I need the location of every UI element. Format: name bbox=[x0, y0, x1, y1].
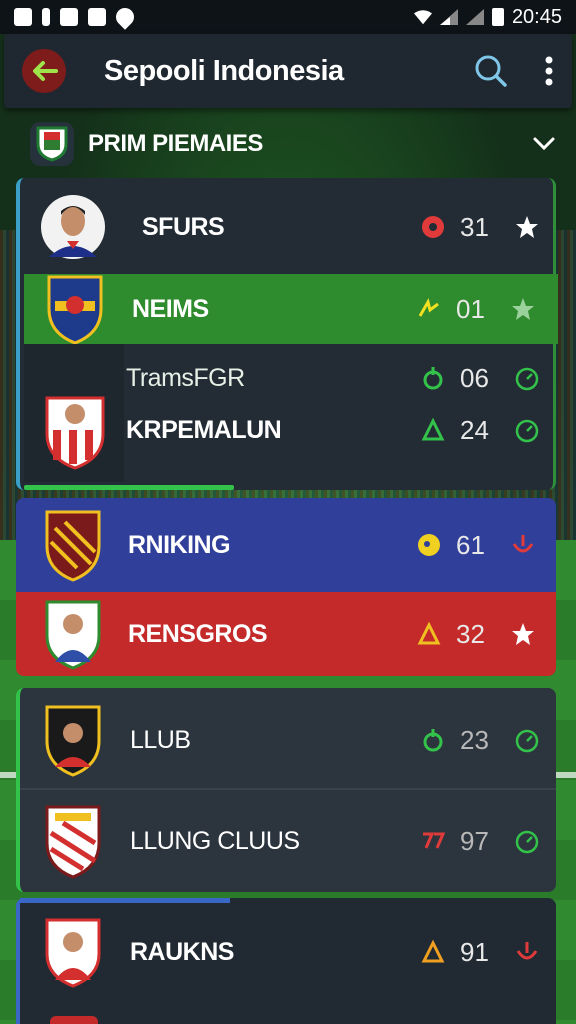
card-group-4: RAUKNS 91 bbox=[16, 898, 556, 1024]
next-card-crest-icon bbox=[50, 1016, 98, 1024]
star-icon[interactable] bbox=[514, 214, 540, 240]
row-value: 91 bbox=[460, 936, 489, 967]
app-bar: Sepooli Indonesia bbox=[4, 34, 572, 108]
red-status-icon bbox=[422, 216, 444, 238]
row-label: LLUNG CLUUS bbox=[130, 826, 300, 855]
divider bbox=[20, 788, 556, 790]
green-status-icon bbox=[423, 367, 443, 390]
signal-secondary-icon bbox=[465, 9, 484, 25]
player-avatar bbox=[40, 916, 106, 988]
player-avatar bbox=[40, 598, 106, 670]
timer-icon[interactable] bbox=[514, 727, 540, 753]
row-label: NEIMS bbox=[132, 294, 209, 323]
red-status-icon bbox=[423, 832, 446, 849]
row-label: RAUKNS bbox=[130, 937, 234, 966]
row-value: 97 bbox=[460, 825, 489, 856]
list-item[interactable]: NEIMS 01 bbox=[24, 273, 558, 345]
list-item[interactable]: SFURS 31 bbox=[20, 186, 560, 268]
photo-notification-icon bbox=[60, 8, 78, 26]
list-item[interactable]: RAUKNS 91 bbox=[20, 912, 560, 992]
row-label: KRPEMALUN bbox=[126, 415, 282, 444]
location-notification-icon bbox=[112, 4, 138, 30]
row-value: 06 bbox=[460, 362, 489, 393]
arrow-left-icon bbox=[33, 61, 58, 81]
orange-status-icon bbox=[421, 939, 445, 963]
card-group-1: SFURS 31 NEIMS 01 TramsFGR 06 KRPEMALUN … bbox=[16, 178, 558, 490]
row-value: 61 bbox=[456, 529, 485, 560]
page-title: Sepooli Indonesia bbox=[104, 54, 344, 87]
list-item[interactable]: RNIKING 61 bbox=[16, 498, 556, 592]
gallery-notification-icon bbox=[14, 8, 32, 26]
wifi-icon bbox=[413, 10, 432, 25]
list-item[interactable]: LLUNG CLUUS 97 bbox=[20, 796, 560, 886]
row-value: 32 bbox=[456, 618, 485, 649]
progress-bar bbox=[24, 485, 234, 490]
progress-bar bbox=[20, 898, 230, 903]
red-action-icon[interactable] bbox=[510, 532, 536, 558]
league-selector[interactable]: PRIM PIEMAIES bbox=[30, 116, 556, 172]
club-crest-icon bbox=[42, 273, 108, 345]
star-icon[interactable] bbox=[510, 296, 536, 322]
card-group-3: LLUB 23 LLUNG CLUUS 97 bbox=[16, 688, 556, 892]
card-group-2: RNIKING 61 RENSGROS 32 bbox=[16, 498, 556, 676]
timer-icon[interactable] bbox=[514, 828, 540, 854]
row-label: TramsFGR bbox=[126, 363, 245, 392]
list-item[interactable]: LLUB 23 bbox=[20, 696, 560, 784]
timer-icon[interactable] bbox=[514, 417, 540, 443]
chevron-down-icon[interactable] bbox=[532, 136, 556, 152]
player-avatar bbox=[40, 191, 106, 263]
signal-icon bbox=[439, 9, 458, 25]
yellow-status-icon bbox=[417, 621, 441, 645]
status-time: 20:45 bbox=[511, 5, 562, 28]
sim-notification-icon bbox=[42, 8, 50, 26]
search-icon[interactable] bbox=[474, 54, 508, 88]
row-value: 23 bbox=[460, 724, 489, 755]
row-label: RNIKING bbox=[128, 530, 231, 559]
league-name: PRIM PIEMAIES bbox=[88, 130, 263, 157]
red-action-icon[interactable] bbox=[514, 939, 540, 965]
row-label: RENSGROS bbox=[128, 619, 268, 648]
timer-icon[interactable] bbox=[514, 365, 540, 391]
star-icon[interactable] bbox=[510, 621, 536, 647]
row-label: LLUB bbox=[130, 725, 191, 754]
more-menu-icon[interactable] bbox=[544, 56, 554, 86]
list-item[interactable]: RENSGROS 32 bbox=[16, 592, 556, 676]
green-status-icon bbox=[421, 417, 445, 441]
row-value: 24 bbox=[460, 414, 489, 445]
notification-icons bbox=[14, 4, 138, 30]
yellow-status-icon bbox=[418, 534, 440, 556]
row-value: 31 bbox=[460, 211, 489, 242]
list-item[interactable]: KRPEMALUN 24 bbox=[20, 400, 560, 460]
battery-icon bbox=[491, 8, 504, 26]
yellow-status-icon bbox=[418, 298, 439, 317]
status-bar: 20:45 bbox=[0, 0, 576, 34]
row-value: 01 bbox=[456, 293, 485, 324]
player-avatar bbox=[40, 704, 106, 777]
map-notification-icon bbox=[88, 8, 106, 26]
league-crest-icon bbox=[30, 122, 74, 166]
back-button[interactable] bbox=[22, 49, 66, 93]
row-label: SFURS bbox=[142, 212, 225, 241]
green-status-icon bbox=[423, 729, 443, 752]
club-crest-icon bbox=[40, 509, 106, 582]
club-crest-icon bbox=[40, 805, 106, 879]
